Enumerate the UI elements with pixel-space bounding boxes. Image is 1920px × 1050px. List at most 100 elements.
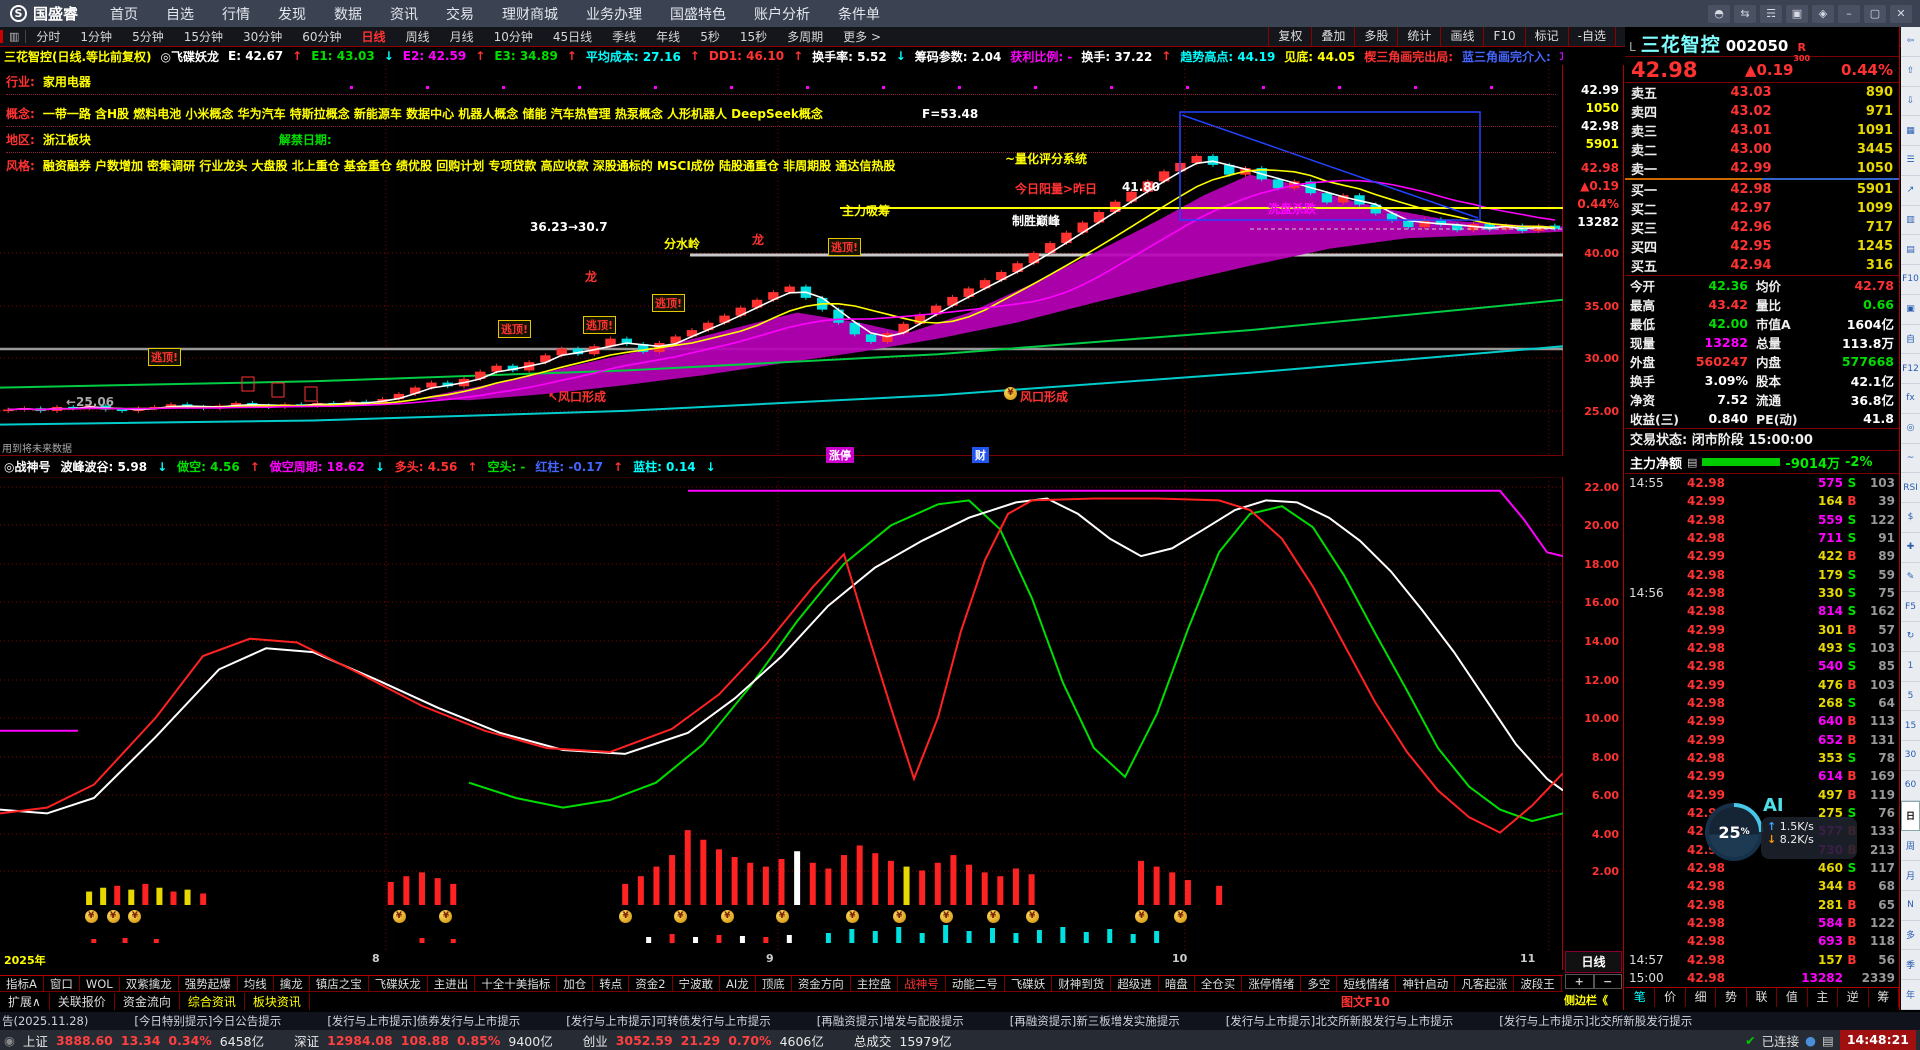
menu-item-2[interactable]: 自选: [152, 4, 208, 24]
kline-icon[interactable]: ▥: [1901, 206, 1920, 236]
shortcut-icon[interactable]: ☴: [1760, 4, 1782, 23]
panel-tab-细[interactable]: 细: [1686, 988, 1717, 1007]
indicator-tab-暗盘[interactable]: 暗盘: [1159, 976, 1195, 991]
menu-item-5[interactable]: 数据: [320, 4, 376, 24]
indicator-tab-WOL[interactable]: WOL: [80, 976, 120, 991]
toolbar-button-统计[interactable]: 统计: [1397, 26, 1440, 47]
indicator-tab-加仓[interactable]: 加仓: [557, 976, 594, 991]
extension-tab-扩展∧[interactable]: 扩展∧: [0, 992, 50, 1010]
mail-icon[interactable]: ▤: [1822, 1033, 1834, 1048]
toolbar-button-复权[interactable]: 复权: [1268, 26, 1311, 47]
period-tab-10[interactable]: 10分钟: [484, 28, 543, 45]
menu-item-1[interactable]: 首页: [96, 4, 152, 24]
bid-row-2[interactable]: 买二 42.97 1099: [1625, 199, 1899, 218]
money-icon[interactable]: $: [1901, 503, 1920, 533]
indicator-tab-超级进[interactable]: 超级进: [1111, 976, 1159, 991]
concept-values[interactable]: 一带一路 含H股 燃料电池 小米概念 华为汽车 特斯拉概念 新能源车 数据中心 …: [43, 105, 823, 122]
toolbar-button-多股[interactable]: 多股: [1354, 26, 1397, 47]
maximize-icon[interactable]: ▢: [1864, 4, 1886, 23]
assistant-icon[interactable]: ◓: [1708, 4, 1730, 23]
indicator-tab-十全十美指标[interactable]: 十全十美指标: [475, 976, 558, 991]
panel-tab-势[interactable]: 势: [1716, 988, 1747, 1007]
news-item-5[interactable]: [再融资提示]增发与配股提示: [817, 1013, 964, 1029]
period-indicator-box[interactable]: 日线: [1565, 951, 1622, 973]
period-60[interactable]: 60: [1901, 771, 1920, 801]
period-tab-7[interactable]: 日线: [352, 28, 396, 45]
formula-icon[interactable]: fx: [1901, 384, 1920, 414]
indicator-tab-神针启动[interactable]: 神针启动: [1396, 976, 1456, 991]
period-year[interactable]: 年: [1901, 980, 1920, 1010]
indicator-tab-均线[interactable]: 均线: [238, 976, 274, 991]
panel-tab-值[interactable]: 值: [1777, 988, 1808, 1007]
menu-item-8[interactable]: 理财商城: [488, 4, 572, 24]
indicator-tab-飞碟妖[interactable]: 飞碟妖: [1005, 976, 1053, 991]
period-tab-11[interactable]: 45日线: [543, 28, 602, 45]
monitor-icon[interactable]: ▣: [1786, 4, 1808, 23]
period-tab-5[interactable]: 30分钟: [233, 28, 292, 45]
bid-row-1[interactable]: 买一 42.98 5901: [1625, 180, 1899, 199]
custom-icon[interactable]: 自: [1901, 325, 1920, 355]
period-day[interactable]: 日: [1901, 800, 1920, 832]
period-tab-2[interactable]: 1分钟: [70, 28, 122, 45]
period-1[interactable]: 1: [1901, 652, 1920, 682]
risk-values[interactable]: 融资融券 户数增加 密集调研 行业龙头 大盘股 北上重仓 基金重仓 绩优股 回购…: [43, 157, 896, 174]
period-15[interactable]: 15: [1901, 711, 1920, 741]
refresh-icon[interactable]: ↻: [1901, 622, 1920, 652]
edit-icon[interactable]: ✎: [1901, 563, 1920, 593]
period-30[interactable]: 30: [1901, 741, 1920, 771]
period-tab-1[interactable]: 分时: [26, 28, 70, 45]
ask-row-1[interactable]: 卖五 43.03 890: [1625, 83, 1899, 102]
f5-icon[interactable]: F5: [1901, 592, 1920, 622]
bid-row-4[interactable]: 买四 42.95 1245: [1625, 237, 1899, 256]
toolbar-button-标记[interactable]: 标记: [1524, 26, 1568, 47]
panel-tab-联[interactable]: 联: [1747, 988, 1778, 1007]
period-tab-15[interactable]: 15秒: [730, 28, 777, 45]
toolbar-button--自选[interactable]: -自选: [1567, 26, 1615, 47]
period-5[interactable]: 5: [1901, 682, 1920, 712]
menu-item-11[interactable]: 账户分析: [740, 4, 824, 24]
indicator-tab-多空[interactable]: 多空: [1301, 976, 1338, 991]
indicator-tab-全仓买[interactable]: 全仓买: [1195, 976, 1243, 991]
indicator-tab-资金2[interactable]: 资金2: [629, 976, 673, 991]
indicator-tab-转点[interactable]: 转点: [593, 976, 630, 991]
rsi-icon[interactable]: RSI: [1901, 473, 1920, 503]
news-item-8[interactable]: [发行与上市提示]北交所新股发行提示: [1499, 1013, 1692, 1029]
news-item-3[interactable]: [发行与上市提示]债券发行与上市提示: [327, 1013, 520, 1029]
period-tab-16[interactable]: 多周期: [777, 28, 833, 45]
extension-tab-资金流向[interactable]: 资金流向: [115, 992, 180, 1010]
period-tab-6[interactable]: 60分钟: [292, 28, 351, 45]
period-tab-4[interactable]: 15分钟: [174, 28, 233, 45]
move-icon[interactable]: ✚: [1901, 533, 1920, 563]
indicator-tab-强势起爆[interactable]: 强势起爆: [179, 976, 238, 991]
cyb-label[interactable]: 创业: [583, 1031, 608, 1050]
period-quarter[interactable]: 季: [1901, 950, 1920, 980]
period-n[interactable]: N: [1901, 891, 1920, 921]
gfx-f10-label[interactable]: 图文F10: [1341, 993, 1390, 1010]
indicator-tab-短线情绪[interactable]: 短线情绪: [1337, 976, 1397, 991]
toolbar-button-F10[interactable]: F10: [1483, 26, 1524, 47]
period-tab-12[interactable]: 季线: [602, 28, 646, 45]
industry-value[interactable]: 家用电器: [43, 73, 91, 90]
indicator-tab-指标A[interactable]: 指标A: [0, 976, 44, 991]
panel-tab-逆[interactable]: 逆: [1838, 988, 1869, 1007]
period-tab-13[interactable]: 年线: [646, 28, 690, 45]
wave-icon[interactable]: ~: [1901, 444, 1920, 474]
f12-icon[interactable]: F12: [1901, 354, 1920, 384]
panel-tab-笔[interactable]: 笔: [1625, 988, 1656, 1007]
layout-icon[interactable]: ▥: [0, 30, 27, 43]
gift-icon[interactable]: ◈: [1812, 4, 1834, 23]
report-icon[interactable]: ▦: [1901, 116, 1920, 146]
period-tab-9[interactable]: 月线: [440, 28, 484, 45]
news-item-1[interactable]: 告(2025.11.28): [2, 1013, 88, 1029]
news-item-4[interactable]: [发行与上市提示]可转债发行与上市提示: [566, 1013, 770, 1029]
bid-row-5[interactable]: 买五 42.94 316: [1625, 256, 1899, 275]
tick-list[interactable]: 14:55 42.98 575 S 103 42.99 164 B 39 42.98 559 S 122…: [1625, 474, 1899, 987]
menu-item-10[interactable]: 国盛特色: [656, 4, 740, 24]
ask-row-5[interactable]: 卖一 42.99 1050: [1625, 159, 1899, 178]
switch-icon[interactable]: ⇆: [1734, 4, 1756, 23]
period-tab-14[interactable]: 5秒: [690, 28, 730, 45]
back-icon[interactable]: ⇦: [1901, 27, 1920, 57]
ask-row-3[interactable]: 卖三 43.01 1091: [1625, 121, 1899, 140]
indicator-tab-财神到货[interactable]: 财神到货: [1052, 976, 1112, 991]
main-chart[interactable]: 行业: 家用电器 概念: 一带一路 含H股 燃料电池 小米概念 华为汽车 特斯拉…: [0, 65, 1563, 970]
